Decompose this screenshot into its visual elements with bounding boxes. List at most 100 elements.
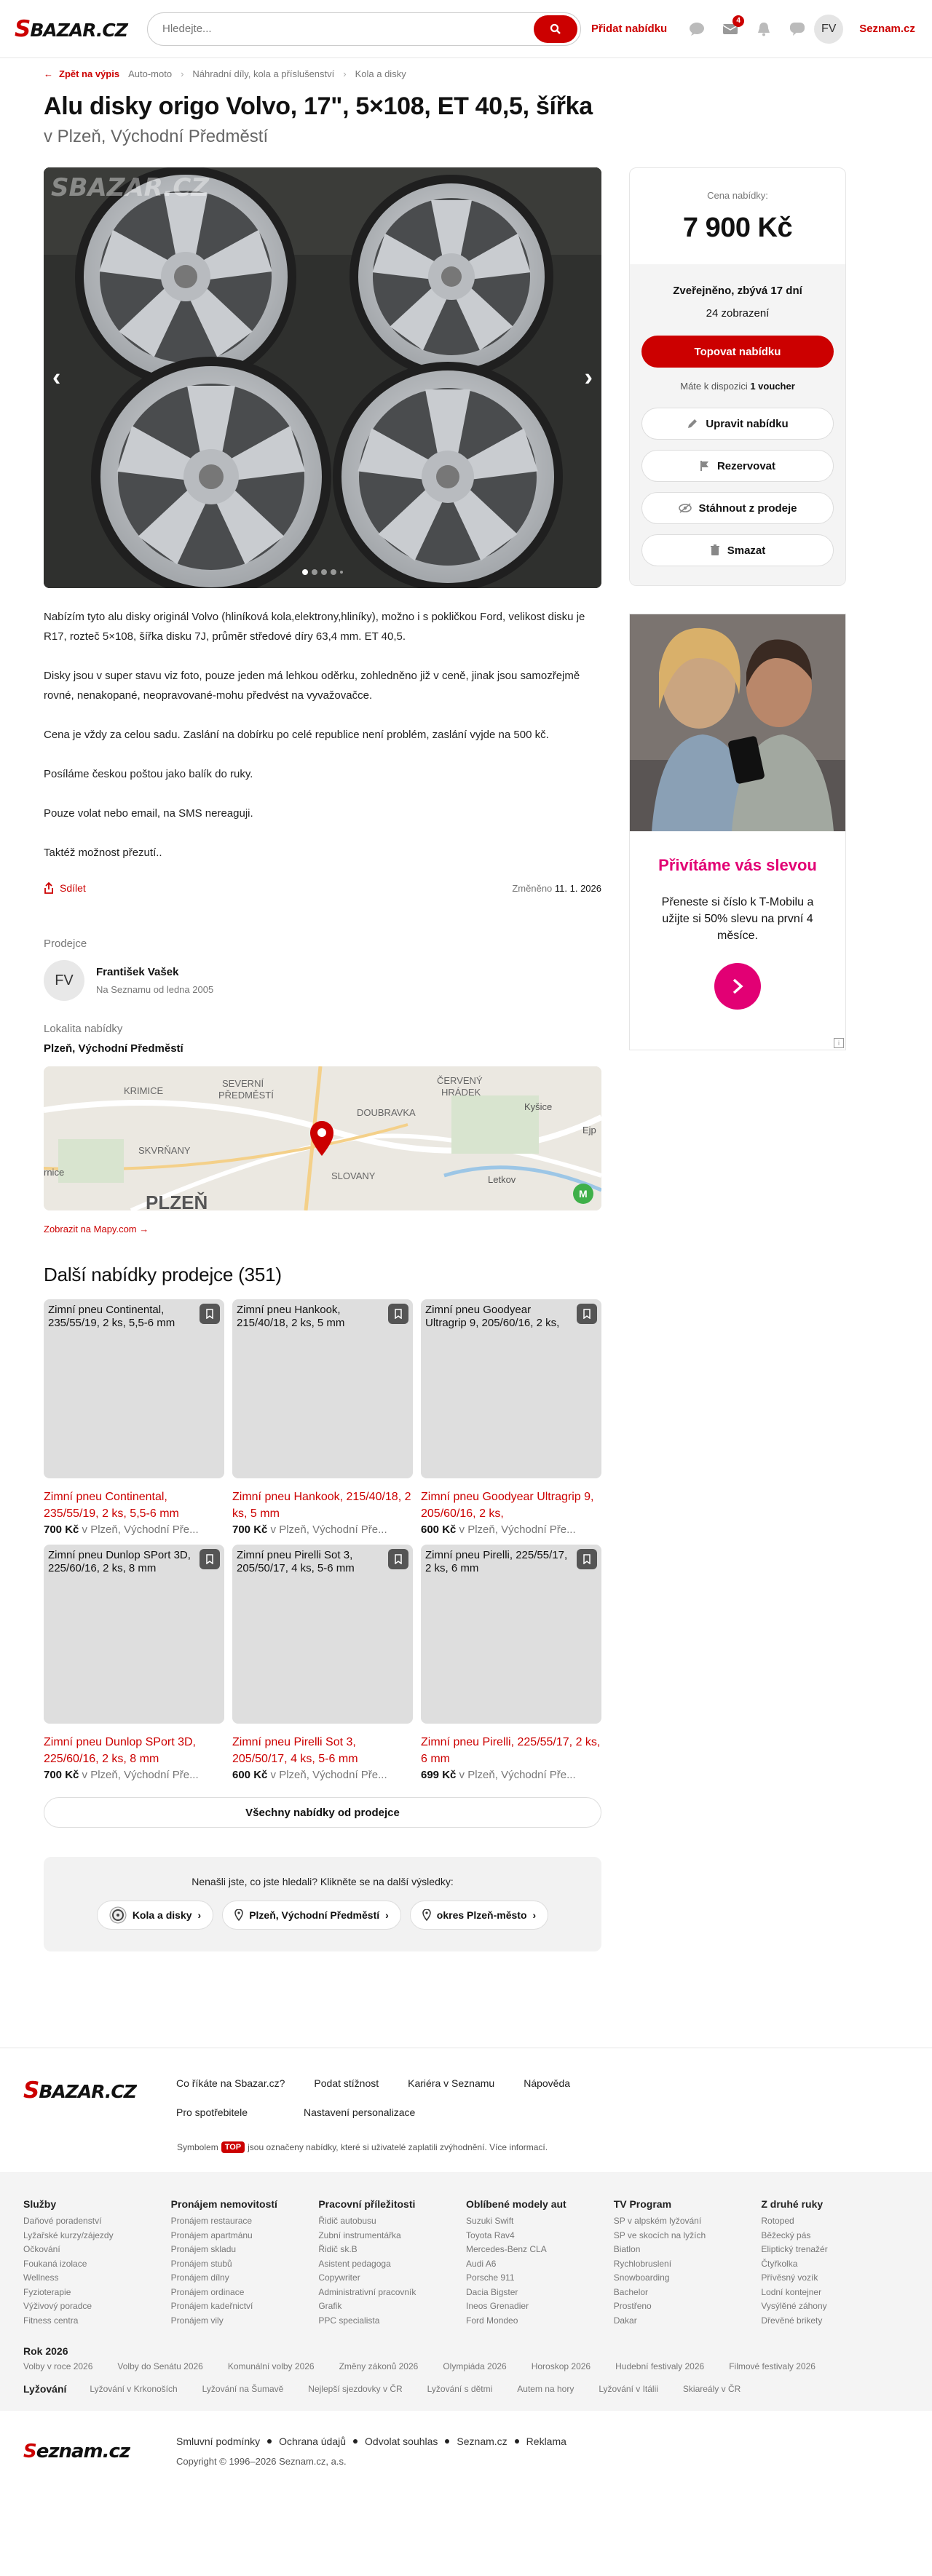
footer-link[interactable]: Odvolat souhlas [365, 2436, 438, 2447]
gallery-dot[interactable] [331, 569, 336, 575]
footer-link[interactable]: Pronájem vily [171, 2314, 319, 2329]
bookmark-icon[interactable] [577, 1549, 597, 1569]
search-input[interactable] [162, 23, 534, 35]
gallery-prev-icon[interactable]: ‹ [52, 364, 60, 392]
location-map[interactable]: KRIMICE SEVERNÍ PŘEDMĚSTÍ ČERVENÝ HRÁDEK… [44, 1066, 601, 1210]
footer-link[interactable]: Biatlon [614, 2243, 762, 2257]
seller-name[interactable]: František Vašek [96, 966, 213, 978]
offer-title[interactable]: Zimní pneu Pirelli, 225/55/17, 2 ks, 6 m… [421, 1734, 601, 1767]
offer-image[interactable]: Zimní pneu Hankook, 215/40/18, 2 ks, 5 m… [232, 1299, 413, 1478]
offer-card[interactable]: Zimní pneu Pirelli, 225/55/17, 2 ks, 6 m… [421, 1545, 601, 1781]
footer-link[interactable]: Ford Mondeo [466, 2314, 614, 2329]
footer-link[interactable]: Nastavení personalizace [304, 2107, 415, 2118]
footer-link[interactable]: Mercedes-Benz CLA [466, 2243, 614, 2257]
footer-link[interactable]: SP ve skocích na lyžích [614, 2229, 762, 2243]
footer-link[interactable]: Výživový poradce [23, 2299, 171, 2314]
footer-link[interactable]: Rychlobruslení [614, 2257, 762, 2272]
advertisement[interactable]: Přivítáme vás slevou Přeneste si číslo k… [629, 614, 846, 1050]
footer-link[interactable]: Hudební festivaly 2026 [615, 2361, 704, 2371]
footer-link[interactable]: Přívěsný vozík [761, 2271, 909, 2286]
footer-link[interactable]: Fitness centra [23, 2314, 171, 2329]
footer-link[interactable]: Co říkáte na Sbazar.cz? [176, 2077, 285, 2089]
footer-link[interactable]: Pro spotřebitele [176, 2107, 275, 2118]
footer-link[interactable]: Dřevěné brikety [761, 2314, 909, 2329]
footer-link[interactable]: Zubní instrumentářka [318, 2229, 466, 2243]
add-ad-link[interactable]: Přidat nabídku [591, 23, 667, 35]
footer-link[interactable]: Očkování [23, 2243, 171, 2257]
user-avatar[interactable]: FV [814, 14, 844, 44]
footer-link[interactable]: Rotoped [761, 2214, 909, 2229]
suggest-chip-category[interactable]: Kola a disky › [96, 1901, 214, 1930]
footer-link[interactable]: Pronájem apartmánu [171, 2229, 319, 2243]
breadcrumb-item[interactable]: Kola a disky [355, 68, 406, 79]
offer-image[interactable]: Zimní pneu Pirelli, 225/55/17, 2 ks, 6 m… [421, 1545, 601, 1724]
breadcrumb-item[interactable]: Auto-moto [128, 68, 172, 79]
messages-icon[interactable] [788, 20, 807, 39]
bookmark-icon[interactable] [388, 1549, 408, 1569]
gallery-next-icon[interactable]: › [585, 364, 593, 392]
bookmark-icon[interactable] [577, 1304, 597, 1324]
show-on-map-link[interactable]: Zobrazit na Mapy.com → [44, 1224, 601, 1235]
footer-link[interactable]: Daňové poradenství [23, 2214, 171, 2229]
footer-link[interactable]: Běžecký pás [761, 2229, 909, 2243]
offer-image[interactable]: Zimní pneu Continental, 235/55/19, 2 ks,… [44, 1299, 224, 1478]
footer-link[interactable]: Snowboarding [614, 2271, 762, 2286]
bell-icon[interactable] [754, 20, 773, 39]
footer-link[interactable]: Porsche 911 [466, 2271, 614, 2286]
offer-card[interactable]: Zimní pneu Continental, 235/55/19, 2 ks,… [44, 1299, 224, 1536]
footer-link[interactable]: Nápověda [524, 2077, 570, 2089]
footer-link[interactable]: Kariéra v Seznamu [408, 2077, 494, 2089]
footer-link[interactable]: SP v alpském lyžování [614, 2214, 762, 2229]
seznam-logo[interactable]: Seznam.cz [23, 2441, 176, 2462]
offer-image[interactable]: Zimní pneu Dunlop SPort 3D, 225/60/16, 2… [44, 1545, 224, 1724]
footer-link[interactable]: Pronájem dílny [171, 2271, 319, 2286]
footer-sbazar-logo[interactable]: SBAZAR.CZ [23, 2077, 176, 2118]
offer-title[interactable]: Zimní pneu Goodyear Ultragrip 9, 205/60/… [421, 1489, 601, 1522]
footer-link[interactable]: Lyžování na Šumavě [202, 2384, 284, 2394]
footer-link[interactable]: Skiareály v ČR [683, 2384, 741, 2394]
all-offers-button[interactable]: Všechny nabídky od prodejce [44, 1797, 601, 1828]
offer-card[interactable]: Zimní pneu Pirelli Sot 3, 205/50/17, 4 k… [232, 1545, 413, 1781]
footer-link[interactable]: Smluvní podmínky [176, 2436, 260, 2447]
seller-card[interactable]: FV František Vašek Na Seznamu od ledna 2… [44, 960, 601, 1001]
footer-link[interactable]: Asistent pedagoga [318, 2257, 466, 2272]
ad-info-icon[interactable]: i [834, 1038, 844, 1048]
footer-link[interactable]: Ineos Grenadier [466, 2299, 614, 2314]
gallery-dot[interactable] [302, 569, 308, 575]
footer-link[interactable]: Foukaná izolace [23, 2257, 171, 2272]
footer-link[interactable]: Lodní kontejner [761, 2286, 909, 2300]
delete-button[interactable]: Smazat [641, 534, 834, 566]
gallery-dot[interactable] [321, 569, 327, 575]
footer-link[interactable]: Lyžování s dětmi [427, 2384, 493, 2394]
footer-link[interactable]: Podat stížnost [314, 2077, 379, 2089]
suggest-chip-district[interactable]: okres Plzeň-město › [409, 1901, 549, 1930]
bookmark-icon[interactable] [200, 1549, 220, 1569]
photo-gallery[interactable]: SBAZAR.CZ ‹ › [44, 167, 601, 588]
footer-link[interactable]: Nejlepší sjezdovky v ČR [308, 2384, 402, 2394]
offer-title[interactable]: Zimní pneu Hankook, 215/40/18, 2 ks, 5 m… [232, 1489, 413, 1522]
gallery-dot[interactable] [340, 571, 343, 574]
footer-link[interactable]: Grafik [318, 2299, 466, 2314]
footer-link[interactable]: Pronájem kadeřnictví [171, 2299, 319, 2314]
offer-image[interactable]: Zimní pneu Pirelli Sot 3, 205/50/17, 4 k… [232, 1545, 413, 1724]
footer-link[interactable]: Lyžařské kurzy/zájezdy [23, 2229, 171, 2243]
footer-link[interactable]: Pronájem restaurace [171, 2214, 319, 2229]
footer-link[interactable]: Čtyřkolka [761, 2257, 909, 2272]
breadcrumb-item[interactable]: Náhradní díly, kola a příslušenství [192, 68, 334, 79]
footer-link[interactable]: Pronájem skladu [171, 2243, 319, 2257]
footer-link[interactable]: Horoskop 2026 [532, 2361, 591, 2371]
withdraw-button[interactable]: Stáhnout z prodeje [641, 492, 834, 524]
footer-link[interactable]: Copywriter [318, 2271, 466, 2286]
footer-link[interactable]: Filmové festivaly 2026 [729, 2361, 816, 2371]
offer-title[interactable]: Zimní pneu Continental, 235/55/19, 2 ks,… [44, 1489, 224, 1522]
footer-link[interactable]: Dacia Bigster [466, 2286, 614, 2300]
footer-link[interactable]: Volby v roce 2026 [23, 2361, 92, 2371]
offer-card[interactable]: Zimní pneu Goodyear Ultragrip 9, 205/60/… [421, 1299, 601, 1536]
footer-link[interactable]: Řidič autobusu [318, 2214, 466, 2229]
footer-link[interactable]: Pronájem ordinace [171, 2286, 319, 2300]
footer-link[interactable]: Toyota Rav4 [466, 2229, 614, 2243]
offer-card[interactable]: Zimní pneu Hankook, 215/40/18, 2 ks, 5 m… [232, 1299, 413, 1536]
offer-card[interactable]: Zimní pneu Dunlop SPort 3D, 225/60/16, 2… [44, 1545, 224, 1781]
footer-link[interactable]: Olympiáda 2026 [443, 2361, 506, 2371]
bookmark-icon[interactable] [388, 1304, 408, 1324]
